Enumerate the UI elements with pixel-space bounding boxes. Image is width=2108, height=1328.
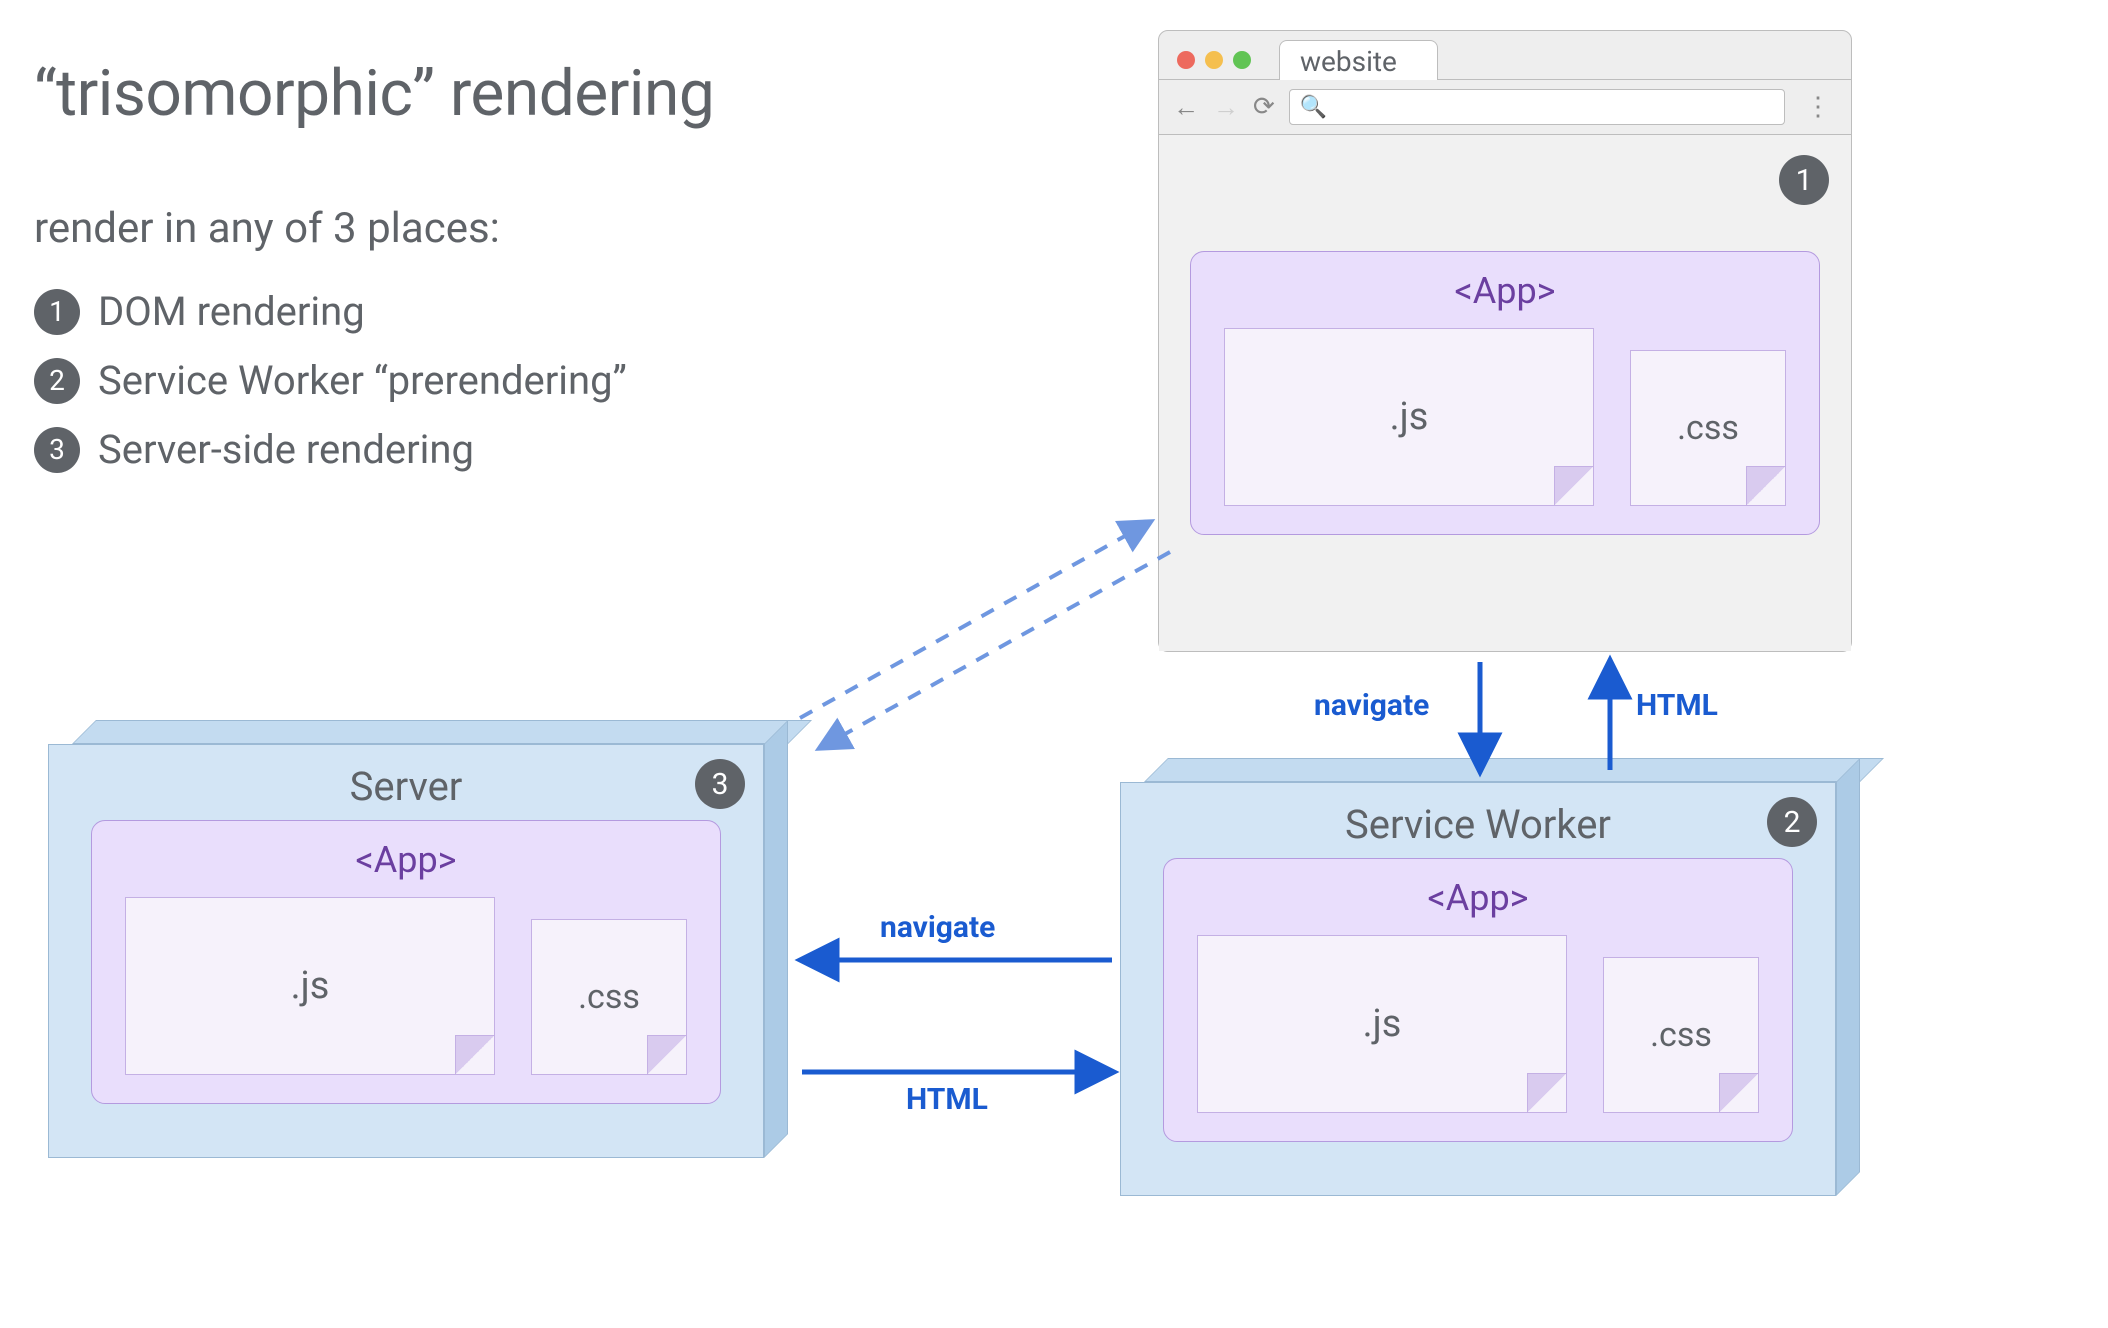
traffic-lights [1177,51,1251,69]
browser-tab: website [1279,40,1438,80]
number-badge: 2 [1767,797,1817,847]
browser-viewport: 1 <App> .js .css [1159,135,1851,651]
js-file-icon: .js [1197,935,1567,1113]
js-file-icon: .js [1224,328,1594,506]
arrow-label-navigate: navigate [1314,688,1429,723]
places-list: 1 DOM rendering 2 Service Worker “preren… [34,288,627,473]
menu-icon: ⋮ [1799,92,1837,122]
diagram-title: “trisomorphic” rendering [34,56,714,131]
reload-icon: ⟳ [1253,92,1275,122]
minimize-icon [1205,51,1223,69]
back-icon: ← [1173,92,1199,123]
app-title: <App> [1454,270,1555,312]
number-badge: 1 [1779,155,1829,205]
service-worker-box: Service Worker 2 <App> .js .css [1120,758,1860,1196]
app-component: <App> .js .css [1190,251,1820,535]
css-file-icon: .css [531,919,687,1075]
server-box: Server 3 <App> .js .css [48,720,788,1158]
arrow-label-html: HTML [1636,688,1718,723]
file-row: .js .css [1192,935,1764,1113]
close-icon [1177,51,1195,69]
list-item: 2 Service Worker “prerendering” [34,357,627,404]
file-row: .js .css [1219,328,1791,506]
diagram-subtitle: render in any of 3 places: [34,204,500,253]
number-badge: 3 [34,427,80,473]
forward-icon: → [1213,92,1239,123]
number-badge: 2 [34,358,80,404]
number-badge: 3 [695,759,745,809]
list-item-label: DOM rendering [98,288,365,335]
list-item: 1 DOM rendering [34,288,627,335]
list-item: 3 Server-side rendering [34,426,627,473]
list-item-label: Service Worker “prerendering” [98,357,627,404]
app-component: <App> .js .css [1163,858,1793,1142]
list-item-label: Server-side rendering [98,426,474,473]
arrow-label-navigate: navigate [880,910,995,945]
maximize-icon [1233,51,1251,69]
box-title: Server [350,763,463,810]
url-bar: 🔍 [1289,89,1785,125]
browser-toolbar: ← → ⟳ 🔍 ⋮ [1159,79,1851,135]
app-component: <App> .js .css [91,820,721,1104]
app-title: <App> [1427,877,1528,919]
app-title: <App> [355,839,456,881]
css-file-icon: .css [1630,350,1786,506]
search-icon: 🔍 [1300,95,1327,120]
arrow-label-html: HTML [906,1082,988,1117]
js-file-icon: .js [125,897,495,1075]
css-file-icon: .css [1603,957,1759,1113]
number-badge: 1 [34,289,80,335]
browser-titlebar: website [1159,31,1851,79]
browser-window: website ← → ⟳ 🔍 ⋮ 1 <App> .js .css [1158,30,1852,652]
box-title: Service Worker [1345,801,1611,848]
file-row: .js .css [120,897,692,1075]
